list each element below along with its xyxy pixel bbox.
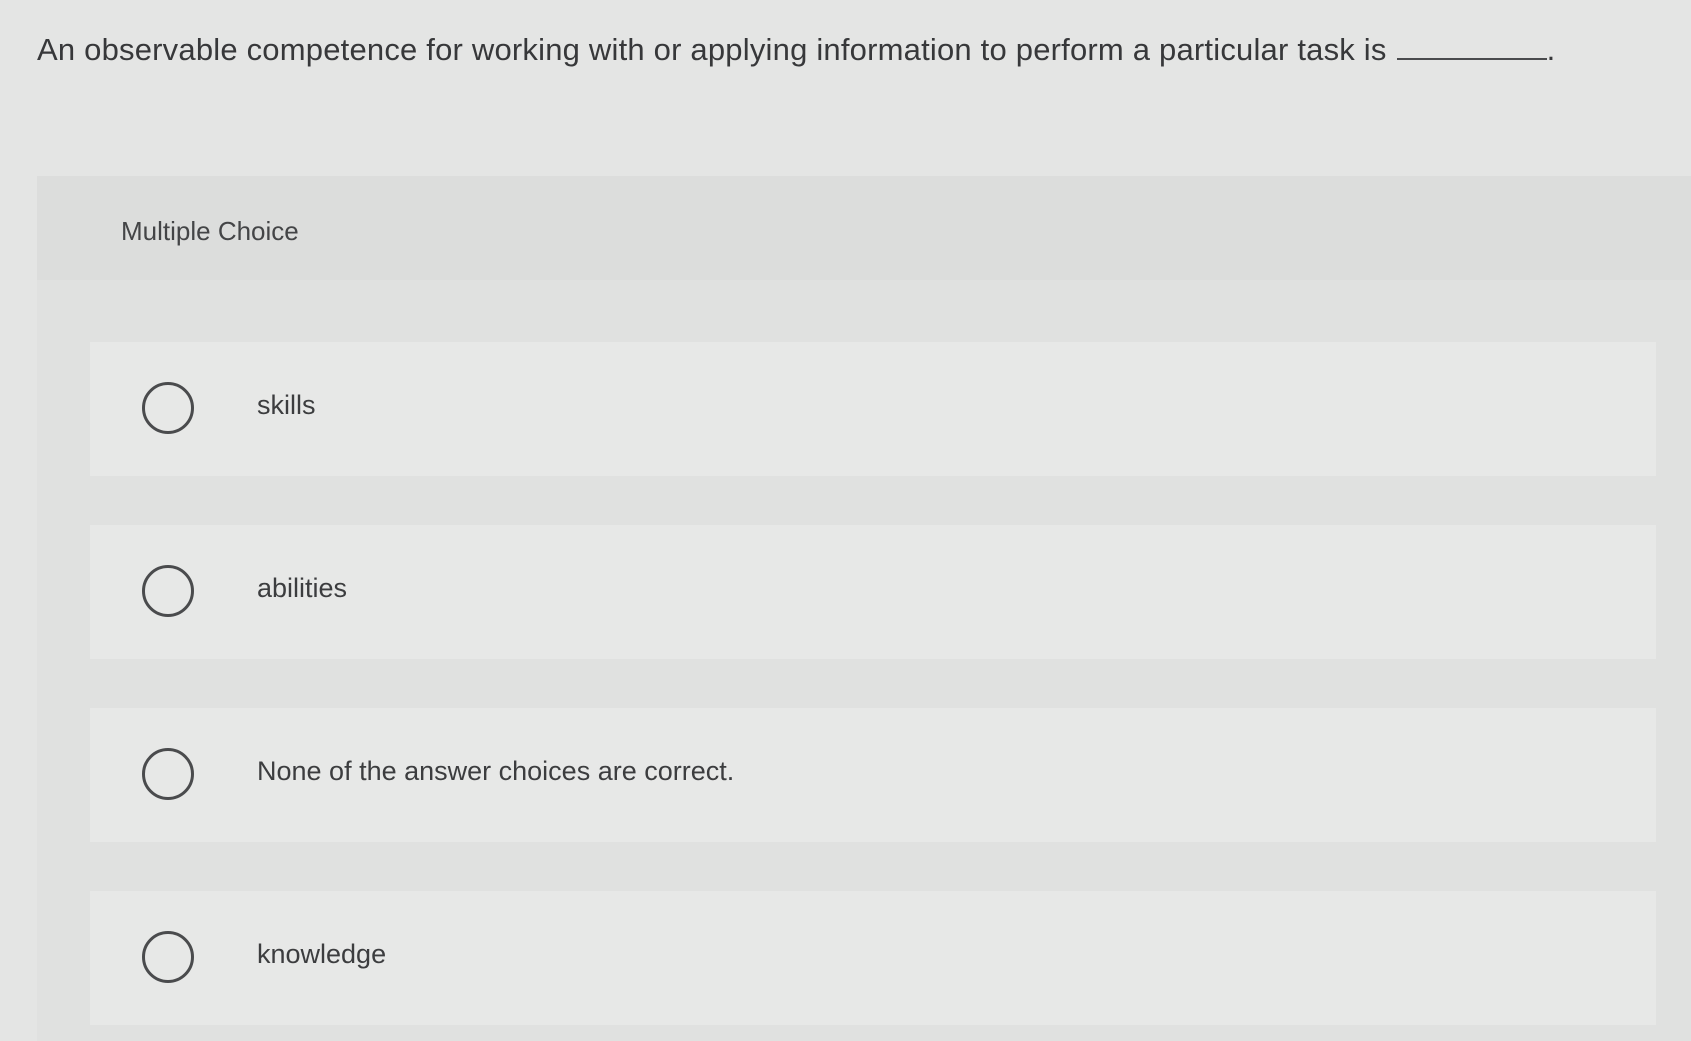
radio-button[interactable] xyxy=(142,382,194,434)
panel-header: Multiple Choice xyxy=(37,176,1691,280)
panel-title: Multiple Choice xyxy=(121,216,299,246)
question-end-punctuation: . xyxy=(1546,32,1556,67)
option-label: None of the answer choices are correct. xyxy=(257,756,735,786)
answer-blank xyxy=(1396,36,1547,60)
radio-button[interactable] xyxy=(142,748,194,800)
option-label: abilities xyxy=(257,573,348,603)
radio-button[interactable] xyxy=(142,565,194,617)
option-label: skills xyxy=(257,390,316,420)
question-text: An observable competence for working wit… xyxy=(37,32,1555,68)
question-prompt: An observable competence for working wit… xyxy=(37,32,1387,67)
option-knowledge[interactable]: knowledge xyxy=(90,891,1656,1025)
radio-button[interactable] xyxy=(142,931,194,983)
option-none-correct[interactable]: None of the answer choices are correct. xyxy=(90,708,1656,842)
answer-panel: Multiple Choice skills abilities None of… xyxy=(37,176,1691,1041)
option-label: knowledge xyxy=(257,939,387,969)
option-skills[interactable]: skills xyxy=(90,342,1656,476)
option-abilities[interactable]: abilities xyxy=(90,525,1656,659)
